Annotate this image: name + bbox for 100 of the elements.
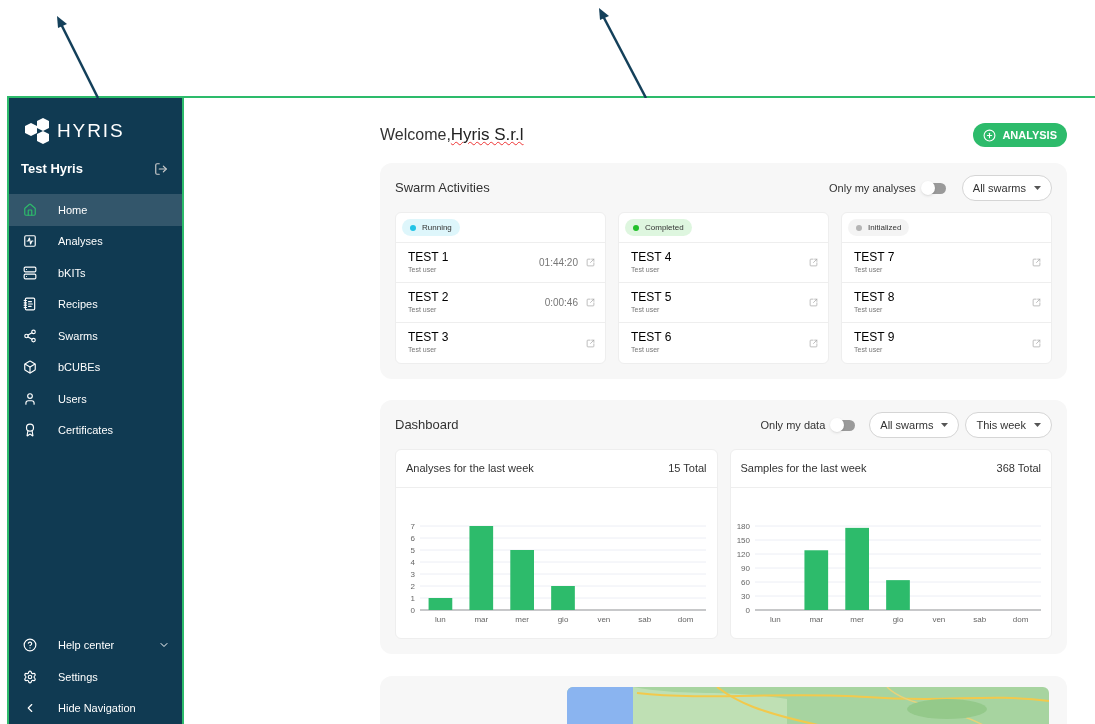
help-icon: [23, 638, 37, 653]
axis-category-label: sab: [638, 615, 652, 624]
caret-icon: [941, 423, 949, 427]
dropdown[interactable]: All swarms: [961, 175, 1052, 201]
nav-item[interactable]: bCUBEs: [9, 351, 182, 383]
device-icon: [23, 265, 37, 280]
settings-icon: [23, 669, 37, 684]
external-link-icon[interactable]: [586, 258, 595, 267]
activity-name: TEST 4: [631, 249, 672, 265]
axis-tick-label: 7: [410, 522, 415, 531]
axis-category-label: gio: [892, 615, 903, 624]
external-link-icon[interactable]: [586, 298, 595, 307]
nav-item[interactable]: Home: [9, 194, 182, 226]
section-title: Swarm Activities: [395, 179, 490, 198]
nav-item[interactable]: Certificates: [9, 414, 182, 446]
axis-tick-label: 120: [736, 550, 750, 559]
user-name: Test Hyris: [21, 160, 83, 179]
bar: [428, 598, 453, 610]
bar: [803, 550, 828, 610]
status-badge: Running: [402, 219, 460, 236]
chart-total: 368 Total: [996, 461, 1041, 477]
external-link-icon[interactable]: [1032, 338, 1041, 348]
nodes-icon: [23, 328, 37, 343]
axis-category-label: mer: [515, 615, 530, 624]
axis-category-label: ven: [597, 615, 611, 624]
external-link-icon[interactable]: [1032, 258, 1041, 267]
axis-tick-label: 90: [740, 564, 750, 573]
elapsed-time: 01:44:20: [539, 256, 578, 270]
axis-category-label: dom: [1012, 615, 1028, 624]
axis-tick-label: 0: [410, 606, 415, 615]
nav-item[interactable]: bKITs: [9, 257, 182, 289]
activity-name: TEST 9: [854, 330, 895, 346]
chart-title: Samples for the last week: [740, 461, 867, 477]
bar: [510, 550, 534, 610]
status-badge: Completed: [625, 219, 692, 236]
axis-category-label: ven: [931, 615, 945, 624]
axis-category-label: gio: [557, 615, 569, 624]
activity-name: TEST 5: [631, 289, 672, 305]
nav-item[interactable]: Swarms: [9, 320, 182, 352]
caret-icon: [1034, 423, 1041, 427]
nav-item[interactable]: Hide Navigation: [9, 692, 182, 724]
axis-tick-label: 2: [410, 582, 415, 591]
activity-name: TEST 6: [631, 330, 672, 346]
axis-tick-label: 150: [736, 536, 750, 545]
organization-name: Hyris S.r.l: [450, 124, 524, 147]
axis-tick-label: 3: [410, 570, 415, 579]
elapsed-time: 0:00:46: [544, 296, 578, 310]
external-link-icon[interactable]: [1032, 298, 1041, 307]
activity-name: TEST 3: [408, 330, 449, 346]
nav-item[interactable]: Help center: [9, 629, 182, 661]
dropdown[interactable]: This week: [965, 412, 1052, 438]
axis-tick-label: 4: [410, 558, 415, 567]
axis-tick-label: 180: [736, 522, 750, 531]
activity-name: TEST 8: [854, 289, 895, 305]
toggle-label: Only my data: [760, 417, 826, 433]
toggle-switch[interactable]: [921, 182, 946, 194]
external-link-icon[interactable]: [809, 258, 818, 267]
axis-tick-label: 5: [410, 546, 415, 555]
axis-category-label: mer: [849, 615, 864, 624]
section-title: Dashboard: [395, 416, 459, 435]
axis-category-label: mar: [474, 615, 489, 624]
nav-item[interactable]: Settings: [9, 661, 182, 693]
nav-item[interactable]: Analyses: [9, 225, 182, 257]
axis-category-label: dom: [677, 615, 694, 624]
axis-category-label: mar: [808, 615, 823, 624]
bar: [885, 580, 910, 610]
status-badge: Initialized: [848, 219, 910, 236]
activity-name: TEST 7: [854, 249, 895, 265]
axis-category-label: sab: [972, 615, 986, 624]
axis-tick-label: 1: [410, 594, 415, 603]
axis-category-label: lun: [769, 615, 781, 624]
bar: [551, 586, 575, 610]
external-link-icon[interactable]: [586, 338, 595, 348]
nav-item[interactable]: Users: [9, 383, 182, 415]
external-link-icon[interactable]: [809, 338, 818, 348]
brand-name: HYRIS: [57, 118, 125, 143]
axis-category-label: lun: [435, 615, 446, 624]
toggle-label: Only my analyses: [829, 180, 916, 196]
chart-title: Analyses for the last week: [406, 461, 534, 477]
award-icon: [23, 423, 37, 438]
home-icon: [23, 202, 37, 217]
axis-tick-label: 30: [740, 592, 750, 601]
external-link-icon[interactable]: [809, 298, 818, 307]
toggle-switch[interactable]: [831, 419, 856, 431]
logout-icon[interactable]: [154, 162, 168, 176]
axis-tick-label: 0: [745, 606, 750, 615]
chart-icon: [23, 234, 37, 249]
activity-name: TEST 1: [408, 249, 449, 265]
caret-icon: [1034, 186, 1041, 190]
notebook-icon: [23, 297, 37, 312]
user-icon: [23, 391, 37, 406]
axis-tick-label: 60: [740, 578, 750, 587]
dropdown[interactable]: All swarms: [869, 412, 960, 438]
chart-total: 15 Total: [668, 461, 707, 477]
nav-item[interactable]: Recipes: [9, 288, 182, 320]
activity-name: TEST 2: [408, 289, 449, 305]
add-icon: [983, 128, 997, 142]
cube-icon: [23, 360, 37, 375]
welcome-text: Welcome,: [380, 125, 451, 146]
axis-tick-label: 6: [410, 534, 415, 543]
